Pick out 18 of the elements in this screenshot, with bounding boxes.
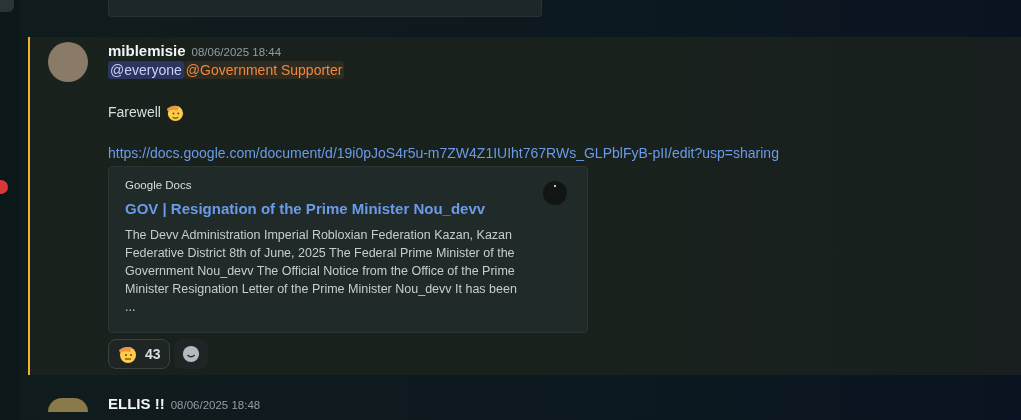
salute-emoji-icon xyxy=(117,344,137,364)
timestamp: 08/06/2025 18:48 xyxy=(170,399,261,411)
embed-description: The Devv Administration Imperial Robloxian Federation Kazan, Kazan Federative District 8th of June, 2025 The Federal Prime Minister of the Government Nou_devv The Official Notice from the Office of the Prime Minister Resignation Letter of the Prime Minister Nou_devv It has been ... xyxy=(125,227,518,316)
embed-title[interactable]: GOV | Resignation of the Prime Minister Nou_devv xyxy=(125,200,525,217)
mention-tag[interactable]: @everyone xyxy=(108,61,184,79)
avatar-photo[interactable] xyxy=(48,398,88,412)
smiley-icon xyxy=(181,345,200,363)
mention-tag[interactable]: @Government Supporter xyxy=(183,61,345,79)
avatar-photo[interactable] xyxy=(48,42,88,82)
reaction-button[interactable]: 43 xyxy=(108,339,170,369)
author-name[interactable]: miblemisie xyxy=(108,42,186,59)
author-name[interactable]: ELLIS !! xyxy=(108,395,165,412)
add-reaction-button[interactable] xyxy=(173,339,208,369)
message-text: Farewell xyxy=(108,104,161,120)
thumbnail-icon xyxy=(543,181,567,205)
embed-provider: Google Docs xyxy=(125,179,193,191)
document-link[interactable]: https://docs.google.com/document/d/19i0pJoS4r5u-m7ZW4Z1IUIht767RWs_GLPblFyB-pII/edit?usp=sharing xyxy=(108,145,779,161)
timestamp: 08/06/2025 18:44 xyxy=(191,46,282,58)
